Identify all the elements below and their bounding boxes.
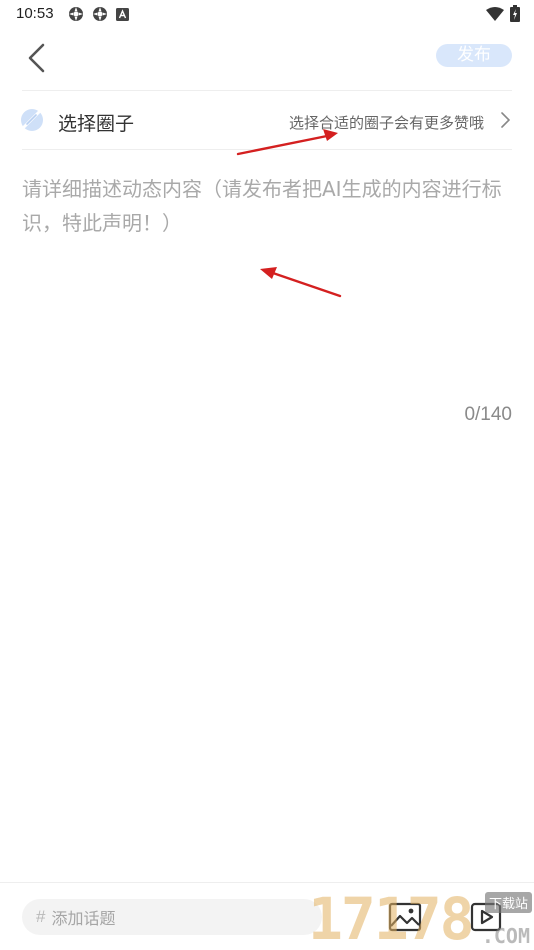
hash-icon: # — [36, 907, 46, 926]
watermark-site: 下载站 — [484, 892, 532, 913]
battery-icon — [510, 5, 520, 22]
chevron-right-icon — [501, 112, 510, 128]
add-topic-placeholder: 添加话题 — [51, 909, 116, 928]
wifi-icon — [486, 6, 504, 21]
watermark-domain: .COM — [481, 924, 530, 948]
notification-icon — [69, 7, 83, 21]
status-bar: 10:53 — [0, 0, 534, 28]
notification-icon — [93, 7, 107, 21]
back-button[interactable] — [20, 40, 56, 76]
select-circle-label: 选择圈子 — [58, 113, 135, 135]
status-icons-left — [68, 6, 129, 22]
header: 发布 — [0, 36, 534, 80]
add-topic-input[interactable]: # 添加话题 — [22, 899, 322, 935]
chevron-left-icon — [28, 43, 45, 73]
character-counter: 0/140 — [464, 404, 512, 425]
status-icons-right — [486, 5, 520, 22]
annotation-arrow — [260, 267, 342, 298]
publish-button[interactable]: 发布 — [436, 44, 512, 67]
watermark-digits: 17178 — [308, 885, 475, 950]
status-time: 10:53 — [16, 5, 54, 22]
app-icon — [116, 7, 129, 21]
annotation-arrow — [236, 129, 338, 156]
circle-icon — [21, 109, 43, 131]
watermark: 17178 下载站 .COM — [308, 888, 534, 950]
